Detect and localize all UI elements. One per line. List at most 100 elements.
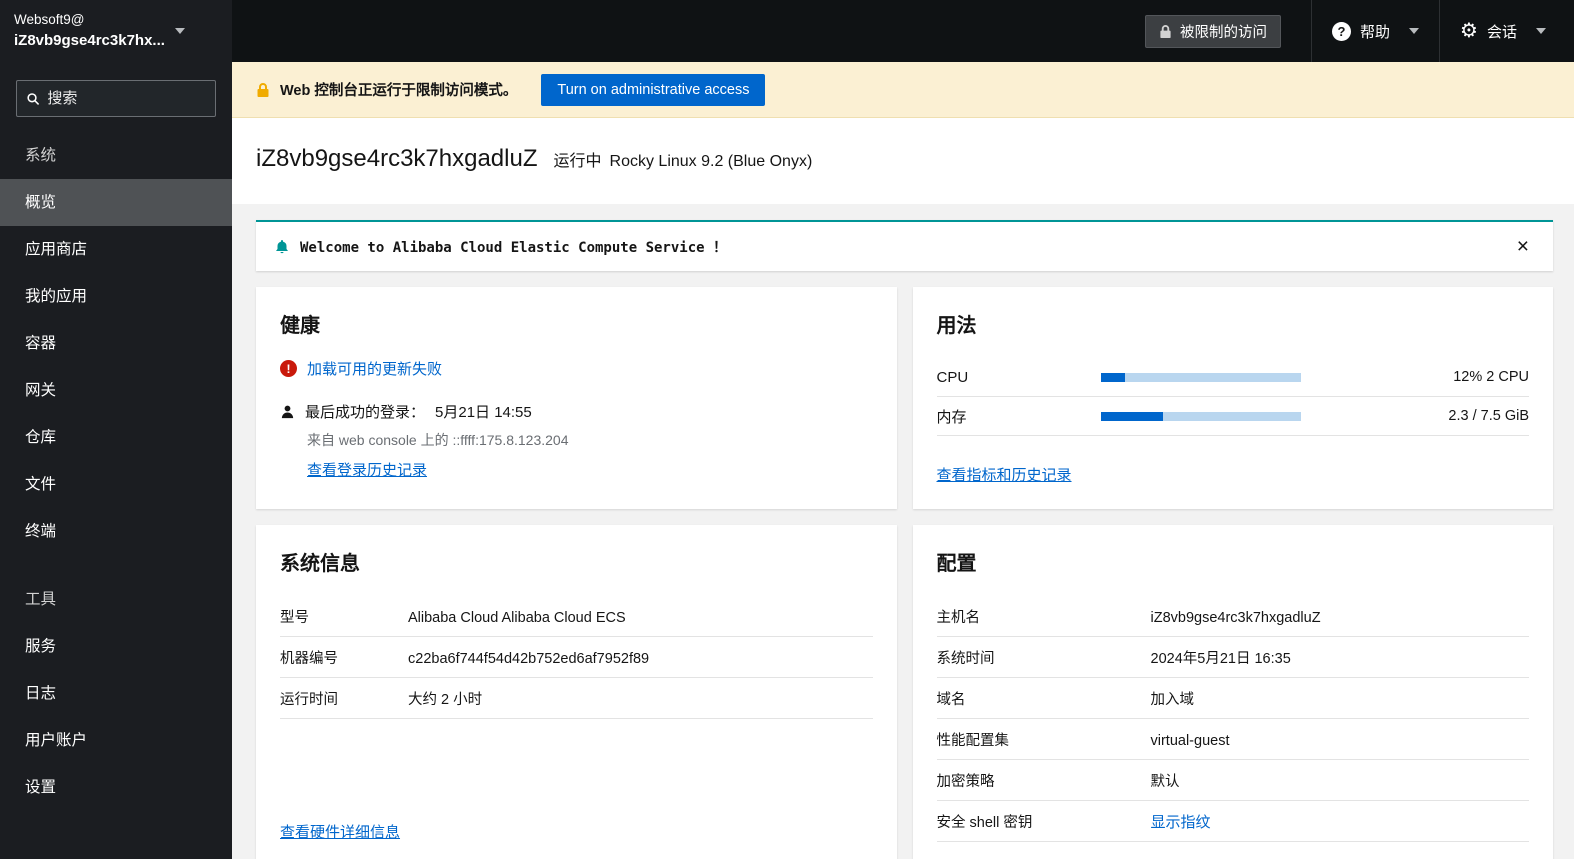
content-area: Welcome to Alibaba Cloud Elastic Compute…	[232, 204, 1574, 859]
table-row: 域名 加入域	[936, 678, 1529, 719]
hostname-value: iZ8vb9gse4rc3k7hxgadluZ	[1150, 610, 1321, 626]
alert-message: Welcome to Alibaba Cloud Elastic Compute…	[300, 239, 728, 256]
sidebar-item-accounts[interactable]: 用户账户	[0, 717, 232, 764]
sidebar-item-files[interactable]: 文件	[0, 461, 232, 508]
gear-icon: ⚙	[1460, 20, 1478, 42]
turn-on-admin-access-button[interactable]: Turn on administrative access	[541, 73, 766, 106]
banner-message: Web 控制台正运行于限制访问模式。	[280, 83, 518, 99]
chevron-down-icon	[1536, 28, 1546, 34]
cpu-label: CPU	[936, 368, 969, 386]
domain-label: 域名	[936, 692, 966, 708]
brand-hostname: iZ8vb9gse4rc3k7hx...	[14, 31, 165, 49]
system-info-card: 系统信息 型号 Alibaba Cloud Alibaba Cloud ECS …	[256, 525, 897, 859]
lock-icon	[1160, 24, 1171, 38]
machine-id-label: 机器编号	[280, 651, 338, 667]
show-fingerprints-link[interactable]: 显示指纹	[1151, 811, 1211, 832]
bell-icon	[276, 239, 288, 253]
search-input[interactable]	[47, 90, 205, 107]
ssh-keys-label: 安全 shell 密钥	[936, 815, 1033, 831]
card-grid: 健康 ! 加载可用的更新失败 最后成功的登录： 5月21日 14:55 来自 w…	[256, 287, 1553, 859]
brand-org: Websoft9@	[14, 12, 85, 28]
table-row: 加密策略 默认	[936, 760, 1529, 801]
usage-card: 用法 CPU 12% 2 CPU 内存 2.3 / 7.5 GiB 查看指标和历…	[912, 287, 1553, 509]
welcome-alert: Welcome to Alibaba Cloud Elastic Compute…	[256, 220, 1553, 271]
machine-id-value: c22ba6f744f54d42b752ed6af7952f89	[408, 651, 650, 667]
chevron-down-icon	[1409, 28, 1420, 34]
sidebar-item-services[interactable]: 服务	[0, 623, 232, 670]
nav-section-system: 系统	[25, 147, 57, 164]
limited-access-label: 被限制的访问	[1180, 24, 1268, 41]
join-domain-action[interactable]: 加入域	[1151, 688, 1195, 709]
search-icon	[27, 92, 40, 105]
sidebar-search[interactable]	[16, 80, 216, 117]
model-value: Alibaba Cloud Alibaba Cloud ECS	[408, 610, 626, 626]
sidebar: 系统 概览 应用商店 我的应用 容器 网关 仓库 文件 终端 工具 服务 日志 …	[0, 62, 232, 859]
last-login-label: 最后成功的登录：	[305, 404, 426, 421]
session-menu[interactable]: ⚙ 会话	[1439, 0, 1574, 62]
sidebar-item-gateway[interactable]: 网关	[0, 367, 232, 414]
sidebar-nav: 系统 概览 应用商店 我的应用 容器 网关 仓库 文件 终端 工具 服务 日志 …	[0, 133, 232, 811]
cpu-usage-row: CPU 12% 2 CPU	[936, 358, 1529, 397]
chevron-down-icon	[174, 28, 185, 34]
user-icon	[281, 405, 294, 419]
uptime-value: 大约 2 小时	[408, 692, 483, 708]
login-history-link[interactable]: 查看登录历史记录	[307, 462, 427, 479]
hostname-label: 主机名	[936, 610, 981, 626]
help-menu[interactable]: ? 帮助	[1311, 0, 1439, 62]
performance-profile-value[interactable]: virtual-guest	[1151, 733, 1230, 749]
metrics-history-link[interactable]: 查看指标和历史记录	[937, 467, 1072, 484]
session-label: 会话	[1486, 23, 1517, 41]
page-header: iZ8vb9gse4rc3k7hxgadluZ 运行中 Rocky Linux …	[232, 118, 1574, 204]
main-area: Web 控制台正运行于限制访问模式。 Turn on administrativ…	[232, 62, 1574, 859]
config-card-title: 配置	[936, 553, 977, 575]
sidebar-item-settings[interactable]: 设置	[0, 764, 232, 811]
table-row: 性能配置集 virtual-guest	[936, 719, 1529, 760]
host-os: Rocky Linux 9.2 (Blue Onyx)	[609, 153, 813, 170]
performance-profile-label: 性能配置集	[936, 733, 1010, 749]
limited-access-indicator[interactable]: 被限制的访问	[1145, 14, 1282, 48]
sidebar-item-overview[interactable]: 概览	[0, 179, 232, 226]
sidebar-item-logs[interactable]: 日志	[0, 670, 232, 717]
error-icon: !	[280, 360, 297, 377]
model-label: 型号	[280, 610, 309, 626]
last-login-time: 5月21日 14:55	[435, 404, 532, 421]
page-title: iZ8vb9gse4rc3k7hxgadluZ	[256, 145, 538, 172]
table-row: 安全 shell 密钥 显示指纹	[936, 801, 1529, 842]
system-time-value[interactable]: 2024年5月21日 16:35	[1151, 647, 1291, 668]
health-card: 健康 ! 加载可用的更新失败 最后成功的登录： 5月21日 14:55 来自 w…	[256, 287, 897, 509]
sidebar-item-my-apps[interactable]: 我的应用	[0, 273, 232, 320]
nav-section-tools: 工具	[25, 591, 57, 608]
lock-icon	[257, 82, 269, 97]
table-row: 主机名 iZ8vb9gse4rc3k7hxgadluZ	[936, 596, 1529, 637]
limited-access-banner: Web 控制台正运行于限制访问模式。 Turn on administrativ…	[232, 62, 1574, 118]
updates-error-link[interactable]: 加载可用的更新失败	[307, 358, 442, 379]
table-row: 运行时间 大约 2 小时	[280, 678, 873, 719]
sidebar-item-terminal[interactable]: 终端	[0, 508, 232, 555]
usage-card-title: 用法	[936, 315, 977, 337]
system-info-title: 系统信息	[280, 553, 360, 575]
host-state: 运行中	[553, 153, 602, 170]
hardware-details-link[interactable]: 查看硬件详细信息	[280, 824, 400, 841]
memory-progress-bar	[1100, 411, 1301, 421]
help-icon: ?	[1332, 21, 1352, 41]
sidebar-item-containers[interactable]: 容器	[0, 320, 232, 367]
crypto-policy-label: 加密策略	[936, 774, 995, 790]
memory-usage-row: 内存 2.3 / 7.5 GiB	[936, 397, 1529, 436]
last-login-block: 最后成功的登录： 5月21日 14:55 来自 web console 上的 :…	[280, 401, 873, 480]
help-label: 帮助	[1360, 23, 1391, 41]
table-row: 型号 Alibaba Cloud Alibaba Cloud ECS	[280, 596, 873, 637]
crypto-policy-value: 默认	[1150, 774, 1180, 790]
system-time-label: 系统时间	[936, 651, 995, 667]
uptime-label: 运行时间	[280, 692, 338, 708]
memory-label: 内存	[936, 408, 967, 426]
close-icon[interactable]: ×	[1511, 236, 1535, 257]
memory-value: 2.3 / 7.5 GiB	[1448, 408, 1529, 424]
table-row: 系统时间 2024年5月21日 16:35	[936, 637, 1529, 678]
host-switcher[interactable]: Websoft9@ iZ8vb9gse4rc3k7hx...	[0, 0, 232, 62]
login-origin: 来自 web console 上的 ::ffff:175.8.123.204	[307, 432, 569, 448]
sidebar-item-app-store[interactable]: 应用商店	[0, 226, 232, 273]
cpu-progress-bar	[1100, 372, 1301, 382]
config-card: 配置 主机名 iZ8vb9gse4rc3k7hxgadluZ 系统时间 2024…	[912, 525, 1553, 859]
table-row: 机器编号 c22ba6f744f54d42b752ed6af7952f89	[280, 637, 873, 678]
sidebar-item-repository[interactable]: 仓库	[0, 414, 232, 461]
